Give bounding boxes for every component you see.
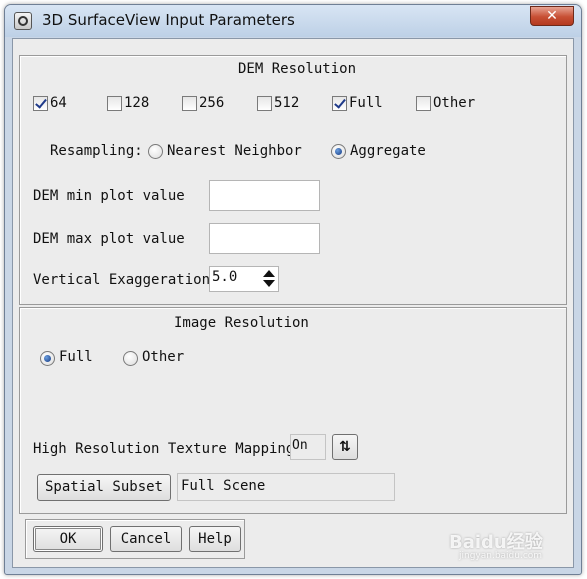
radio-image-full-label: Full [59,349,93,365]
dem-section-title: DEM Resolution [238,61,357,77]
dem-max-label: DEM max plot value [33,231,185,247]
image-resolution-panel: Image Resolution Full Other High Resolut… [19,307,567,514]
vertical-exaggeration-value: 5.0 [212,269,238,285]
checkbox-full[interactable] [332,96,347,111]
spatial-subset-value: Full Scene [181,478,266,494]
radio-aggregate-label: Aggregate [350,143,426,159]
watermark-url: jingyan.baidu.com [459,551,543,561]
texture-mapping-label: High Resolution Texture Mapping [33,441,295,457]
close-button[interactable]: ✕ [530,6,574,26]
radio-image-other[interactable] [123,351,138,366]
resampling-label: Resampling: [50,143,143,159]
title-bar[interactable]: 3D SurfaceView Input Parameters ✕ [5,5,581,37]
radio-image-other-label: Other [142,349,185,365]
app-window-icon[interactable] [14,12,32,30]
checkbox-512[interactable] [257,96,272,111]
checkbox-128-label: 128 [124,95,150,111]
spatial-subset-field: Full Scene [177,473,395,501]
checkbox-256[interactable] [182,96,197,111]
checkbox-64[interactable] [33,96,48,111]
checkbox-64-label: 64 [50,95,67,111]
checkbox-other[interactable] [416,96,431,111]
checkbox-256-label: 256 [199,95,225,111]
dialog-body: DEM Resolution 64 128 256 512 Full Other… [12,38,574,568]
spatial-subset-button[interactable]: Spatial Subset [37,474,171,501]
texture-mapping-value-box: On [290,434,326,460]
vertical-exaggeration-spinner[interactable]: 5.0 [209,266,279,292]
texture-mapping-value: On [292,438,308,453]
checkbox-128[interactable] [107,96,122,111]
checkbox-other-label: Other [433,95,476,111]
radio-nearest-neighbor-label: Nearest Neighbor [167,143,302,159]
ok-button[interactable]: OK [33,526,103,552]
checkbox-512-label: 512 [274,95,300,111]
image-section-title: Image Resolution [174,315,309,331]
radio-image-full[interactable] [40,351,55,366]
radio-nearest-neighbor[interactable] [148,144,163,159]
up-down-arrows-icon: ⇅ [339,439,351,455]
dem-resolution-panel: DEM Resolution 64 128 256 512 Full Other… [19,55,567,305]
dialog-window: 3D SurfaceView Input Parameters ✕ DEM Re… [4,4,582,575]
toggle-texture-button[interactable]: ⇅ [332,434,358,460]
cancel-button[interactable]: Cancel [110,526,182,552]
checkbox-full-label: Full [349,95,383,111]
spinner-arrows-icon[interactable] [262,268,276,290]
window-title: 3D SurfaceView Input Parameters [42,11,295,29]
button-bar: OK Cancel Help [25,519,245,559]
help-button[interactable]: Help [189,526,241,552]
dem-min-label: DEM min plot value [33,188,185,204]
vertical-exaggeration-label: Vertical Exaggeration [33,272,211,288]
dem-max-input[interactable] [209,223,320,254]
dem-min-input[interactable] [209,180,320,211]
radio-aggregate[interactable] [331,144,346,159]
